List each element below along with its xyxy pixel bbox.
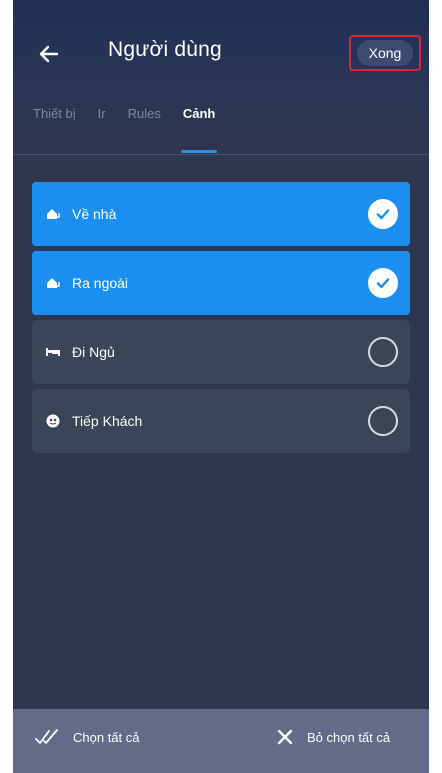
empty-circle-icon[interactable]	[368, 406, 398, 436]
scene-list: Về nhà Ra ngoài Đi Ngủ Tiếp Khách	[32, 182, 410, 458]
check-circle-icon[interactable]	[368, 199, 398, 229]
tab-bar: Thiết bị Ir Rules Cảnh	[33, 106, 237, 156]
deselect-all-label: Bỏ chọn tất cả	[307, 729, 391, 745]
scene-row-di-ngu[interactable]: Đi Ngủ	[32, 320, 410, 384]
scene-row-tiep-khach[interactable]: Tiếp Khách	[32, 389, 410, 453]
header: Người dùng Xong Thiết bị Ir Rules Cảnh	[13, 0, 429, 155]
empty-circle-icon[interactable]	[368, 337, 398, 367]
check-circle-icon[interactable]	[368, 268, 398, 298]
scene-row-ve-nha[interactable]: Về nhà	[32, 182, 410, 246]
back-button[interactable]	[35, 40, 63, 68]
arrow-left-icon	[39, 45, 59, 63]
page-title: Người dùng	[108, 38, 222, 61]
home-arrow-icon	[46, 207, 60, 221]
scene-label: Ra ngoài	[72, 275, 129, 291]
done-button[interactable]: Xong	[349, 35, 421, 71]
scene-label: Tiếp Khách	[72, 413, 143, 429]
select-all-label: Chọn tất cả	[73, 729, 140, 745]
tab-scenes[interactable]: Cảnh	[180, 106, 217, 153]
double-check-icon	[35, 729, 58, 744]
deselect-all-button[interactable]: Bỏ chọn tất cả	[275, 727, 390, 747]
bed-icon	[46, 345, 60, 359]
scene-label: Về nhà	[72, 206, 117, 222]
done-button-label: Xong	[357, 40, 413, 66]
tab-ir[interactable]: Ir	[98, 106, 106, 150]
app-screen: Người dùng Xong Thiết bị Ir Rules Cảnh V…	[13, 0, 429, 773]
close-icon	[277, 729, 293, 745]
scene-row-ra-ngoai[interactable]: Ra ngoài	[32, 251, 410, 315]
home-arrow-icon	[46, 276, 60, 290]
tab-devices[interactable]: Thiết bị	[33, 106, 76, 150]
tab-divider	[13, 154, 429, 155]
scene-label: Đi Ngủ	[72, 344, 115, 360]
select-all-button[interactable]: Chọn tất cả	[35, 727, 140, 747]
guest-icon	[46, 414, 60, 428]
tab-rules[interactable]: Rules	[128, 106, 161, 150]
bottom-action-bar: Chọn tất cả Bỏ chọn tất cả	[13, 709, 429, 773]
